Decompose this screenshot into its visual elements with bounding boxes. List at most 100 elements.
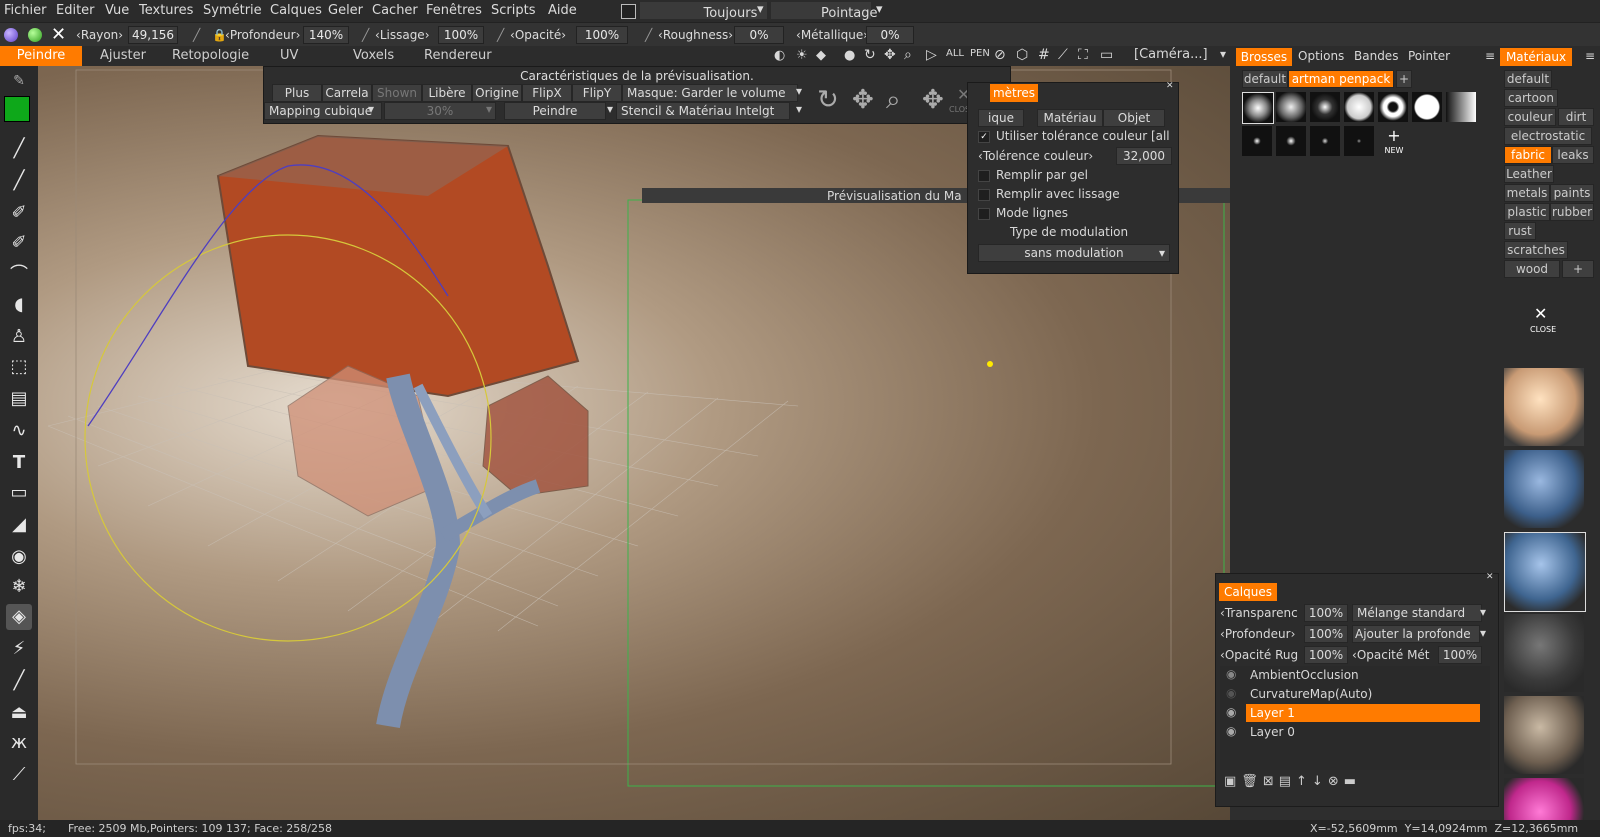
pack-artman[interactable]: artman penpack [1288, 70, 1394, 88]
tab-peindre[interactable]: Peindre [0, 46, 82, 66]
brush-icon[interactable]: ✎ [6, 68, 32, 94]
pack-default[interactable]: default [1242, 70, 1288, 88]
iron-tool-icon[interactable]: ⏏ [6, 700, 32, 726]
blend-mode-dropdown[interactable]: Mélange standard [1352, 604, 1482, 622]
menu-vue[interactable]: Vue [105, 3, 129, 18]
layer-item-selected[interactable]: Layer 1 [1246, 704, 1480, 722]
layer-item[interactable]: ◉ AmbientOcclusion [1220, 666, 1480, 684]
eye-icon[interactable]: ◉ [1226, 724, 1236, 738]
move-icon[interactable]: ✥ [922, 85, 944, 115]
mat-dirt[interactable]: dirt [1558, 108, 1594, 126]
brush-tool-icon[interactable]: ╱ [6, 136, 32, 162]
brush-thumb[interactable] [1310, 92, 1340, 122]
camera-dropdown[interactable]: [Caméra...] [1134, 47, 1208, 62]
duplicate-icon[interactable]: ▤ [1279, 774, 1296, 789]
radius-input[interactable]: 49,156 [128, 26, 178, 44]
eye-icon[interactable]: ◉ [1226, 705, 1236, 719]
wand-tool-icon[interactable]: ⚡ [6, 636, 32, 662]
menu-editer[interactable]: Editer [56, 3, 95, 18]
modulation-dropdown[interactable]: sans modulation ▾ [978, 244, 1170, 262]
menu-icon[interactable]: ≡ [1585, 49, 1595, 63]
mat-electrostatic[interactable]: electrostatic [1504, 127, 1592, 145]
mat-wood[interactable]: wood [1504, 260, 1560, 278]
measure-tool-icon[interactable]: ⟋ [6, 762, 32, 788]
opacity-input[interactable]: 100% [576, 26, 628, 44]
params-tab-object[interactable]: Objet [1103, 109, 1165, 127]
brush-thumb[interactable] [1446, 92, 1476, 122]
mat-metals[interactable]: metals [1504, 184, 1550, 202]
tolerance-input[interactable]: 32,000 [1116, 147, 1172, 165]
brush-thumb[interactable] [1242, 126, 1272, 156]
menu-fenetres[interactable]: Fenêtres [426, 3, 482, 18]
eye-icon[interactable]: ◉ [1226, 667, 1236, 681]
all-icon[interactable]: ALL [946, 48, 964, 59]
fill-tool-icon[interactable]: ◖ [6, 292, 32, 318]
layer-item[interactable]: ◉ Layer 0 [1220, 723, 1480, 741]
ruler-tool-icon[interactable]: ▭ [6, 480, 32, 506]
add-material-icon[interactable]: + [1562, 260, 1594, 278]
primary-color-swatch[interactable] [4, 96, 30, 122]
transform-tool-icon[interactable]: ⬚ [6, 354, 32, 380]
roughness-input[interactable]: 0% [734, 26, 784, 44]
droplet-icon[interactable]: ● [844, 48, 855, 63]
tab-options[interactable]: Options [1298, 49, 1344, 63]
butterfly-tool-icon[interactable]: ж [6, 730, 32, 756]
pen-mode-icon[interactable]: PEN [970, 48, 990, 59]
layers-tab[interactable]: Calques [1219, 583, 1277, 601]
close-icon[interactable]: ✕ [51, 24, 66, 45]
preview-percent-input[interactable]: 30% [384, 102, 496, 120]
brush-thumb[interactable] [1276, 92, 1306, 122]
rotate-icon[interactable]: ↻ [864, 47, 876, 63]
add-pack-icon[interactable]: + [1396, 70, 1412, 88]
flipy-button[interactable]: FlipY [572, 84, 622, 102]
move-down-icon[interactable]: ↓ [1312, 774, 1328, 789]
mat-fabric[interactable]: fabric [1504, 146, 1552, 164]
shading-icon[interactable]: ◐ [774, 48, 785, 63]
clone-tool-icon[interactable]: ♙ [6, 324, 32, 350]
new-brush-label[interactable]: NEW [1380, 146, 1408, 155]
brush-thumb[interactable] [1412, 92, 1442, 122]
move-icon[interactable]: ✥ [884, 47, 896, 63]
material-sphere-selected[interactable] [1504, 532, 1586, 612]
smooth-tool-icon[interactable]: ⌒ [6, 262, 32, 288]
grid-icon[interactable]: # [1038, 47, 1050, 63]
tab-brushes[interactable]: Brosses [1236, 48, 1292, 66]
move-up-icon[interactable]: ↑ [1296, 774, 1312, 789]
menu-aide[interactable]: Aide [548, 3, 577, 18]
metal-input[interactable]: 0% [866, 26, 914, 44]
transparency-input[interactable]: 100% [1304, 604, 1348, 622]
mat-couleur[interactable]: couleur [1504, 108, 1556, 126]
roughness-opacity-input[interactable]: 100% [1304, 646, 1348, 664]
mat-paints[interactable]: paints [1550, 184, 1594, 202]
mat-cartoon[interactable]: cartoon [1504, 89, 1558, 107]
image-icon[interactable]: ▭ [1100, 47, 1113, 63]
tab-pointer[interactable]: Pointer [1408, 49, 1450, 63]
use-tolerance-option[interactable]: ✓ Utiliser tolérance couleur [all [978, 129, 1170, 143]
new-layer-icon[interactable]: ▣ [1224, 774, 1241, 789]
mat-leather[interactable]: Leather [1504, 165, 1554, 183]
tab-retopologie[interactable]: Retopologie [172, 48, 249, 63]
fill-freeze-option[interactable]: Remplir par gel [978, 168, 1088, 182]
mat-plastic[interactable]: plastic [1504, 203, 1550, 221]
material-sphere[interactable] [1504, 450, 1584, 528]
brush-thumb[interactable] [1242, 92, 1274, 124]
mat-rubber[interactable]: rubber [1550, 203, 1594, 221]
close-icon[interactable]: ✕ [1166, 81, 1174, 91]
tab-uv[interactable]: UV [280, 48, 298, 63]
color-sphere-icon[interactable] [28, 28, 42, 42]
menu-symetrie[interactable]: Symétrie [203, 3, 262, 18]
menu-geler[interactable]: Geler [328, 3, 363, 18]
metal-opacity-input[interactable]: 100% [1438, 646, 1482, 664]
checkbox-checked[interactable]: ✓ [978, 130, 990, 143]
plus-button[interactable]: Plus [272, 84, 322, 102]
stencil-dropdown[interactable]: Stencil & Matériau Intelgt [616, 102, 790, 120]
params-tab-generic[interactable]: ique [978, 109, 1024, 127]
mat-default[interactable]: default [1504, 70, 1552, 88]
mat-leaks[interactable]: leaks [1552, 146, 1594, 164]
delete-layer-icon[interactable]: 🗑 [1241, 774, 1263, 789]
no-icon[interactable]: ⊘ [994, 47, 1006, 63]
new-brush-icon[interactable]: + [1380, 126, 1408, 145]
menu-scripts[interactable]: Scripts [491, 3, 535, 18]
mat-scratches[interactable]: scratches [1504, 241, 1568, 259]
brush-thumb[interactable] [1344, 126, 1374, 156]
